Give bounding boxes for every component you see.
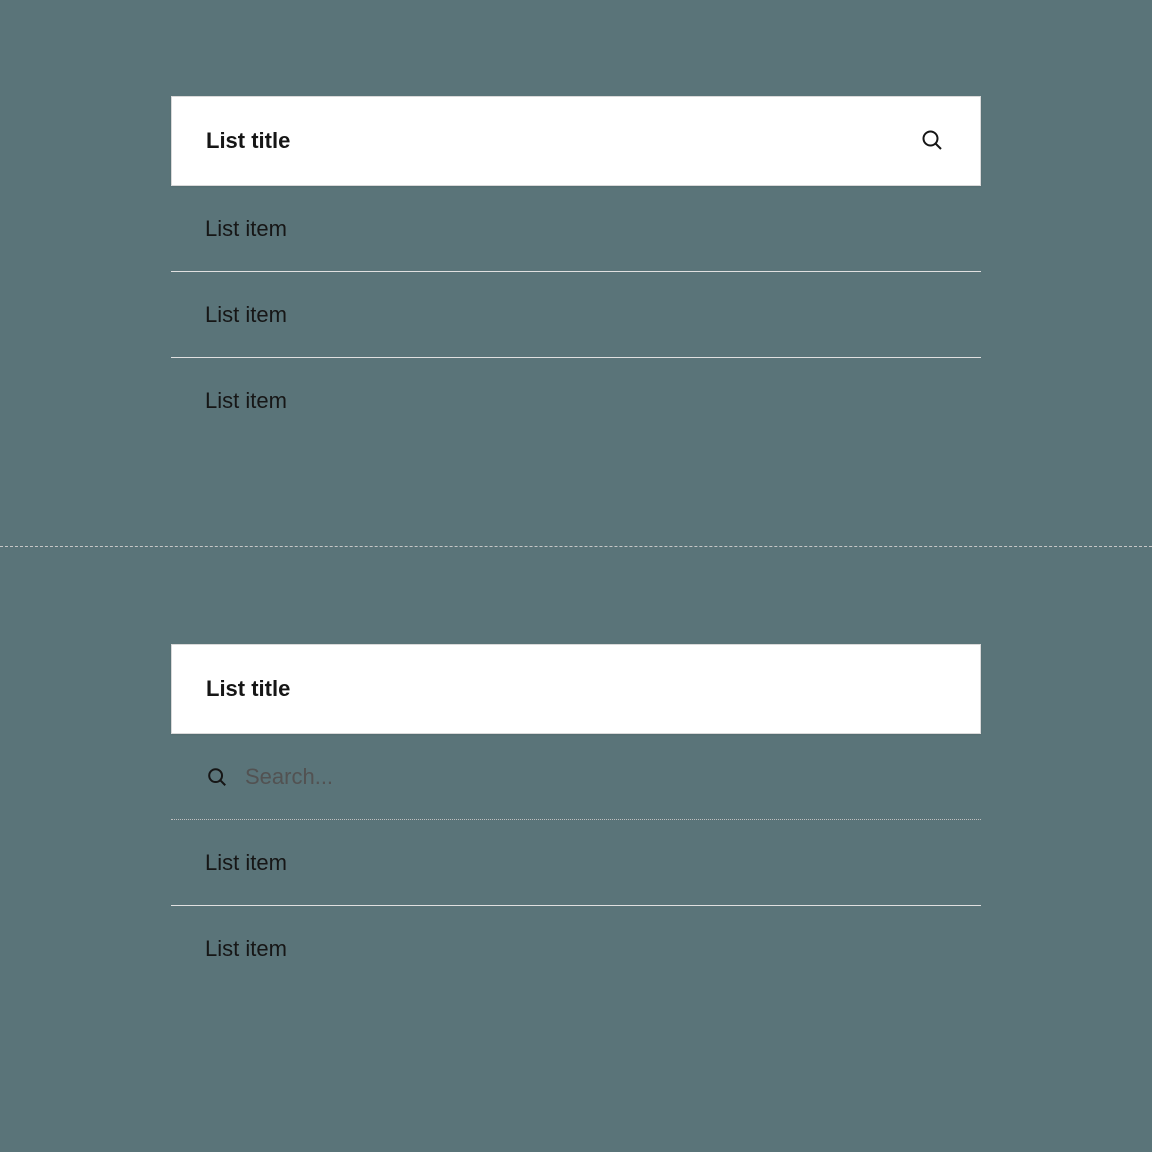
list-item[interactable]: List item	[171, 272, 981, 358]
panel-expanded-search: List title List item List item	[0, 644, 1152, 992]
example-divider	[0, 546, 1152, 547]
list-title: List title	[206, 676, 290, 702]
list-item[interactable]: List item	[171, 186, 981, 272]
list-title: List title	[206, 128, 290, 154]
search-icon	[920, 128, 944, 155]
list-item-label: List item	[205, 216, 287, 242]
list: List item List item List item	[171, 186, 981, 444]
panel: List title List item List item	[171, 644, 981, 992]
search-icon	[205, 765, 229, 789]
search-toggle-button[interactable]	[918, 127, 946, 155]
list-item[interactable]: List item	[171, 820, 981, 906]
panel-collapsed-search: List title List item List item List item	[0, 96, 1152, 444]
search-input[interactable]	[245, 764, 947, 790]
list-item[interactable]: List item	[171, 358, 981, 444]
list-item-label: List item	[205, 936, 287, 962]
search-row	[171, 734, 981, 820]
list: List item List item	[171, 820, 981, 992]
list-item-label: List item	[205, 850, 287, 876]
list-item[interactable]: List item	[171, 906, 981, 992]
list-header: List title	[171, 644, 981, 734]
list-item-label: List item	[205, 388, 287, 414]
list-item-label: List item	[205, 302, 287, 328]
panel: List title List item List item List item	[171, 96, 981, 444]
list-header: List title	[171, 96, 981, 186]
